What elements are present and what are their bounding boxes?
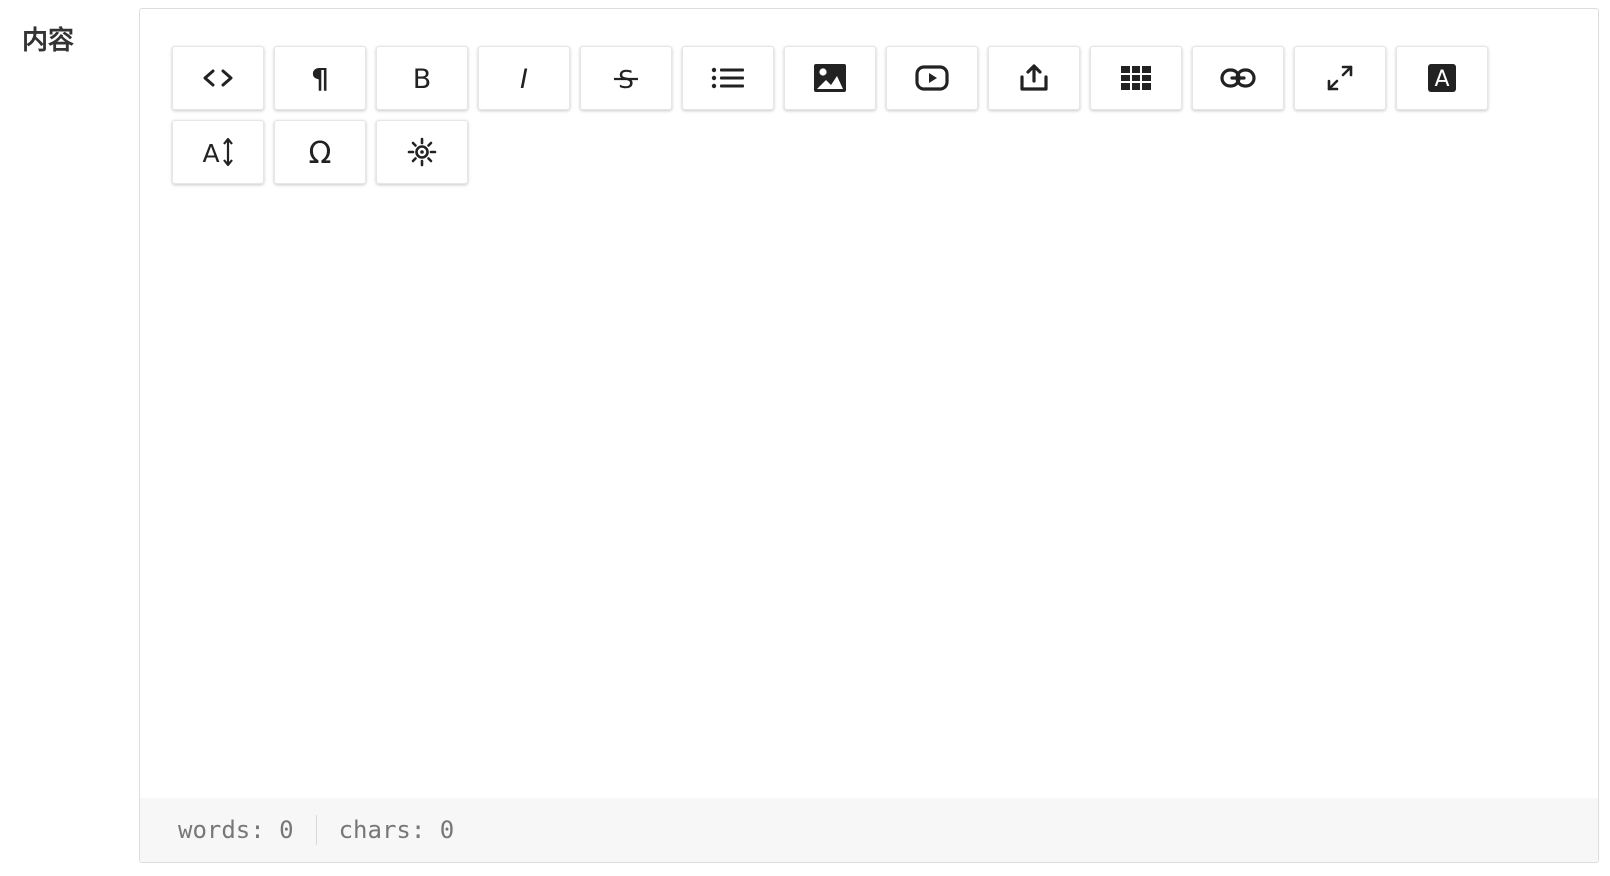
svg-text:I: I xyxy=(520,64,528,93)
link-icon xyxy=(1220,68,1256,88)
strikethrough-button[interactable]: S xyxy=(580,46,672,110)
bold-icon: B xyxy=(413,64,432,93)
word-count: words: 0 xyxy=(178,816,294,844)
omega-icon: Ω xyxy=(309,136,332,168)
rich-text-editor: ¶ B I S A A Ω words: 0 chars: 0 xyxy=(139,8,1599,863)
upload-icon xyxy=(1020,64,1048,91)
emoji-button[interactable] xyxy=(376,120,468,184)
bold-button[interactable]: B xyxy=(376,46,468,110)
sparkle-icon xyxy=(407,137,437,167)
svg-text:A: A xyxy=(1434,67,1449,92)
table-icon xyxy=(1121,66,1151,90)
text-color-button[interactable]: A xyxy=(1396,46,1488,110)
html-code-button[interactable] xyxy=(172,46,264,110)
text-color-icon: A xyxy=(1428,64,1456,92)
video-icon xyxy=(915,65,949,91)
italic-button[interactable]: I xyxy=(478,46,570,110)
code-icon xyxy=(203,69,233,87)
upload-file-button[interactable] xyxy=(988,46,1080,110)
paragraph-button[interactable]: ¶ xyxy=(274,46,366,110)
pilcrow-icon: ¶ xyxy=(311,63,329,93)
fullscreen-button[interactable] xyxy=(1294,46,1386,110)
svg-text:A: A xyxy=(202,139,219,168)
content-field-label: 内容 xyxy=(22,26,75,56)
strikethrough-icon: S xyxy=(614,65,638,93)
expand-icon xyxy=(1327,65,1353,91)
editor-content-area[interactable] xyxy=(140,201,1598,801)
video-button[interactable] xyxy=(886,46,978,110)
table-button[interactable] xyxy=(1090,46,1182,110)
editor-status-bar: words: 0 chars: 0 xyxy=(140,798,1598,862)
char-count: chars: 0 xyxy=(338,816,455,844)
image-icon xyxy=(814,64,846,92)
line-height-icon: A xyxy=(202,137,233,168)
status-divider xyxy=(315,815,317,845)
editor-toolbar: ¶ B I S A A Ω xyxy=(172,46,1512,184)
list-icon xyxy=(711,67,744,89)
line-height-button[interactable]: A xyxy=(172,120,264,184)
list-button[interactable] xyxy=(682,46,774,110)
svg-text:¶: ¶ xyxy=(311,63,329,93)
italic-icon: I xyxy=(520,64,528,93)
svg-text:Ω: Ω xyxy=(309,136,332,168)
link-button[interactable] xyxy=(1192,46,1284,110)
image-button[interactable] xyxy=(784,46,876,110)
svg-text:B: B xyxy=(413,64,432,93)
special-characters-button[interactable]: Ω xyxy=(274,120,366,184)
